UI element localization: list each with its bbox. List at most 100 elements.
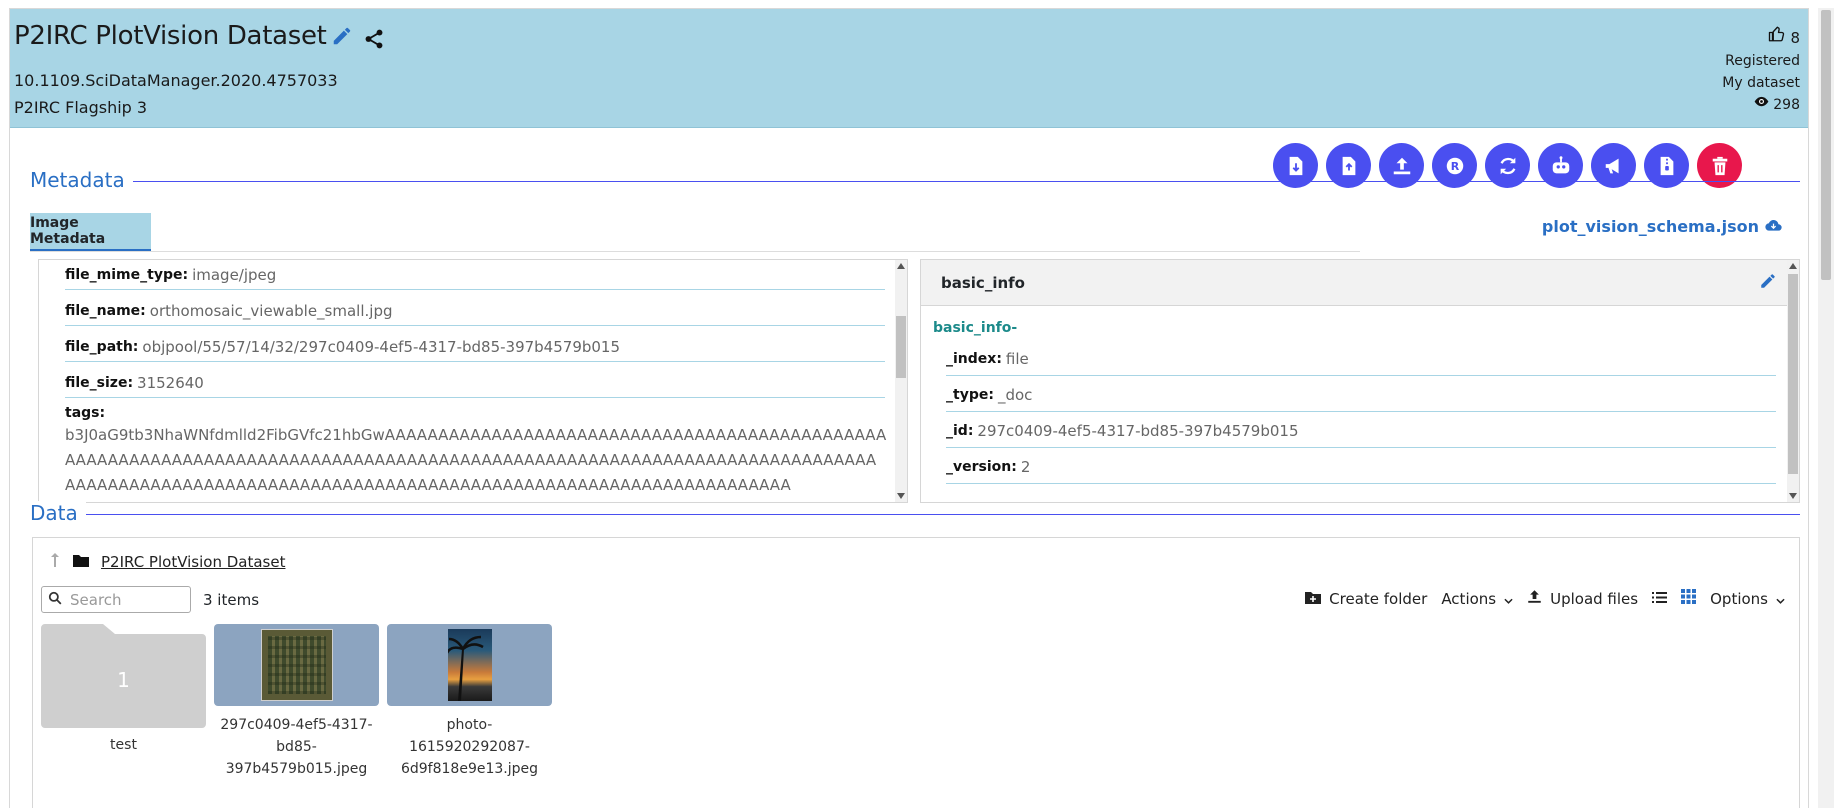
field-file-mime-type: file_mime_type: image/jpeg	[65, 260, 885, 290]
field-file-name: file_name: orthomosaic_viewable_small.jp…	[65, 290, 885, 326]
basic-info-scrollbar[interactable]	[1787, 260, 1799, 502]
basic-info-panel: basic_info basic_info- _index: file _typ…	[920, 259, 1800, 503]
basic-info-header: basic_info	[921, 260, 1799, 306]
sunset-photo-preview	[448, 629, 492, 701]
actions-label: Actions	[1441, 589, 1497, 608]
folder-item-count: 1	[117, 668, 130, 692]
svg-text:R: R	[1450, 160, 1459, 173]
scroll-down-icon[interactable]	[895, 490, 907, 502]
eye-icon	[1754, 94, 1769, 116]
folder-icon	[73, 553, 89, 571]
share-icon[interactable]	[363, 28, 385, 50]
field-key: tags:	[65, 405, 106, 421]
field-value: image/jpeg	[192, 265, 277, 284]
field-file-path: file_path: objpool/55/57/14/32/297c0409-…	[65, 326, 885, 362]
breadcrumb: P2IRC PlotVision Dataset	[49, 552, 285, 572]
file-name-line-2: bd85-397b4579b015.jpeg	[225, 739, 368, 777]
folder-name: test	[110, 737, 137, 753]
field-value: 297c0409-4ef5-4317-bd85-397b4579b015	[977, 421, 1299, 440]
breadcrumb-current-folder[interactable]: P2IRC PlotVision Dataset	[101, 553, 285, 571]
views-count: 298	[1773, 97, 1800, 113]
field-value: 2	[1020, 457, 1031, 476]
data-divider	[30, 514, 1800, 515]
field-file-size: file_size: 3152640	[65, 362, 885, 398]
file-name-line-1: 297c0409-4ef5-4317-	[220, 717, 373, 733]
scroll-thumb[interactable]	[1788, 274, 1798, 474]
edit-pencil-icon[interactable]	[1759, 272, 1777, 290]
search-input[interactable]	[68, 589, 178, 610]
list-view-icon	[1652, 590, 1668, 608]
data-section-title: Data	[30, 501, 86, 525]
upload-icon	[1527, 589, 1542, 608]
create-folder-label: Create folder	[1329, 589, 1428, 608]
orthomosaic-preview	[261, 629, 333, 701]
folder-item[interactable]: 1 test	[41, 624, 206, 756]
page-title: P2IRC PlotVision Dataset	[14, 21, 327, 51]
scroll-down-icon[interactable]	[1787, 490, 1799, 502]
page-scroll-thumb[interactable]	[1821, 10, 1831, 280]
schema-filename: plot_vision_schema.json	[1541, 217, 1759, 236]
field-key: file_name:	[65, 302, 146, 319]
dataset-subtitle: P2IRC Flagship 3	[14, 98, 148, 117]
search-icon	[48, 591, 62, 609]
field-value: b3J0aG9tb3NhaWNfdmlld2FibGVfc21hbGwAAAAA…	[65, 426, 887, 494]
file-name: 297c0409-4ef5-4317- bd85-397b4579b015.jp…	[214, 714, 379, 780]
tab-image-metadata[interactable]: Image Metadata	[30, 213, 151, 251]
field-value: 3152640	[137, 373, 204, 392]
registered-status: Registered	[1725, 53, 1800, 69]
field-index: _index: file	[946, 342, 1776, 376]
field-value: orthomosaic_viewable_small.jpg	[149, 301, 393, 320]
basic-info-group-label: basic_info-	[933, 320, 1018, 336]
scroll-up-icon[interactable]	[895, 260, 907, 272]
metadata-section-title: Metadata	[30, 168, 133, 192]
field-key: _type:	[946, 386, 994, 403]
tab-underline	[30, 251, 1360, 252]
field-key: file_mime_type:	[65, 266, 189, 283]
edit-title-pencil-icon[interactable]	[331, 25, 353, 47]
options-dropdown[interactable]: Options	[1710, 590, 1785, 608]
metadata-divider	[30, 181, 1800, 182]
search-box[interactable]	[41, 586, 191, 613]
image-thumbnail	[214, 624, 379, 706]
file-item[interactable]: photo-1615920292087- 6d9f818e9e13.jpeg	[387, 624, 552, 780]
file-name-line-2: 6d9f818e9e13.jpeg	[400, 761, 539, 777]
chevron-down-icon	[1776, 590, 1785, 608]
create-folder-button[interactable]: Create folder	[1305, 590, 1427, 608]
item-count: 3 items	[203, 591, 260, 609]
scroll-up-icon[interactable]	[1787, 260, 1799, 272]
field-key: _version:	[946, 458, 1017, 475]
field-id: _id: 297c0409-4ef5-4317-bd85-397b4579b01…	[946, 414, 1776, 448]
schema-download-link[interactable]: plot_vision_schema.json	[1542, 217, 1782, 236]
field-key: file_path:	[65, 338, 139, 355]
dataset-doi: 10.1109.SciDataManager.2020.4757033	[14, 71, 338, 90]
file-manager: P2IRC PlotVision Dataset 3 items Create …	[32, 537, 1800, 808]
folder-thumbnail: 1	[41, 624, 206, 728]
grid-view-toggle[interactable]	[1681, 589, 1697, 608]
upload-files-label: Upload files	[1550, 589, 1639, 608]
field-version: _version: 2	[946, 450, 1776, 484]
parent-folder-icon[interactable]	[49, 552, 61, 572]
chevron-down-icon	[1504, 590, 1513, 608]
likes-count: 8	[1790, 28, 1800, 47]
ownership-label: My dataset	[1722, 75, 1800, 91]
grid-view-icon	[1681, 589, 1697, 608]
file-name: photo-1615920292087- 6d9f818e9e13.jpeg	[387, 714, 552, 780]
dataset-page: P2IRC PlotVision Dataset 10.1109.SciData…	[9, 8, 1809, 808]
scroll-thumb[interactable]	[896, 316, 906, 378]
page-scrollbar[interactable]	[1818, 8, 1834, 808]
thumbs-up-icon[interactable]	[1768, 25, 1786, 50]
field-key: file_size:	[65, 374, 134, 391]
views-row: 298	[1722, 94, 1800, 116]
file-name-line-1: photo-1615920292087-	[409, 717, 530, 755]
file-metadata-panel: file_mime_type: image/jpeg file_name: or…	[38, 259, 908, 503]
field-value: objpool/55/57/14/32/297c0409-4ef5-4317-b…	[142, 337, 621, 356]
metadata-scrollbar[interactable]	[895, 260, 907, 502]
upload-files-button[interactable]: Upload files	[1527, 589, 1638, 608]
title-row: P2IRC PlotVision Dataset	[14, 21, 385, 51]
actions-dropdown[interactable]: Actions	[1441, 590, 1513, 608]
header-stats: 8 Registered My dataset 298	[1722, 25, 1800, 116]
likes-row[interactable]: 8	[1722, 25, 1800, 50]
folder-plus-icon	[1305, 590, 1322, 608]
file-item[interactable]: 297c0409-4ef5-4317- bd85-397b4579b015.jp…	[214, 624, 379, 780]
list-view-toggle[interactable]	[1652, 590, 1668, 608]
